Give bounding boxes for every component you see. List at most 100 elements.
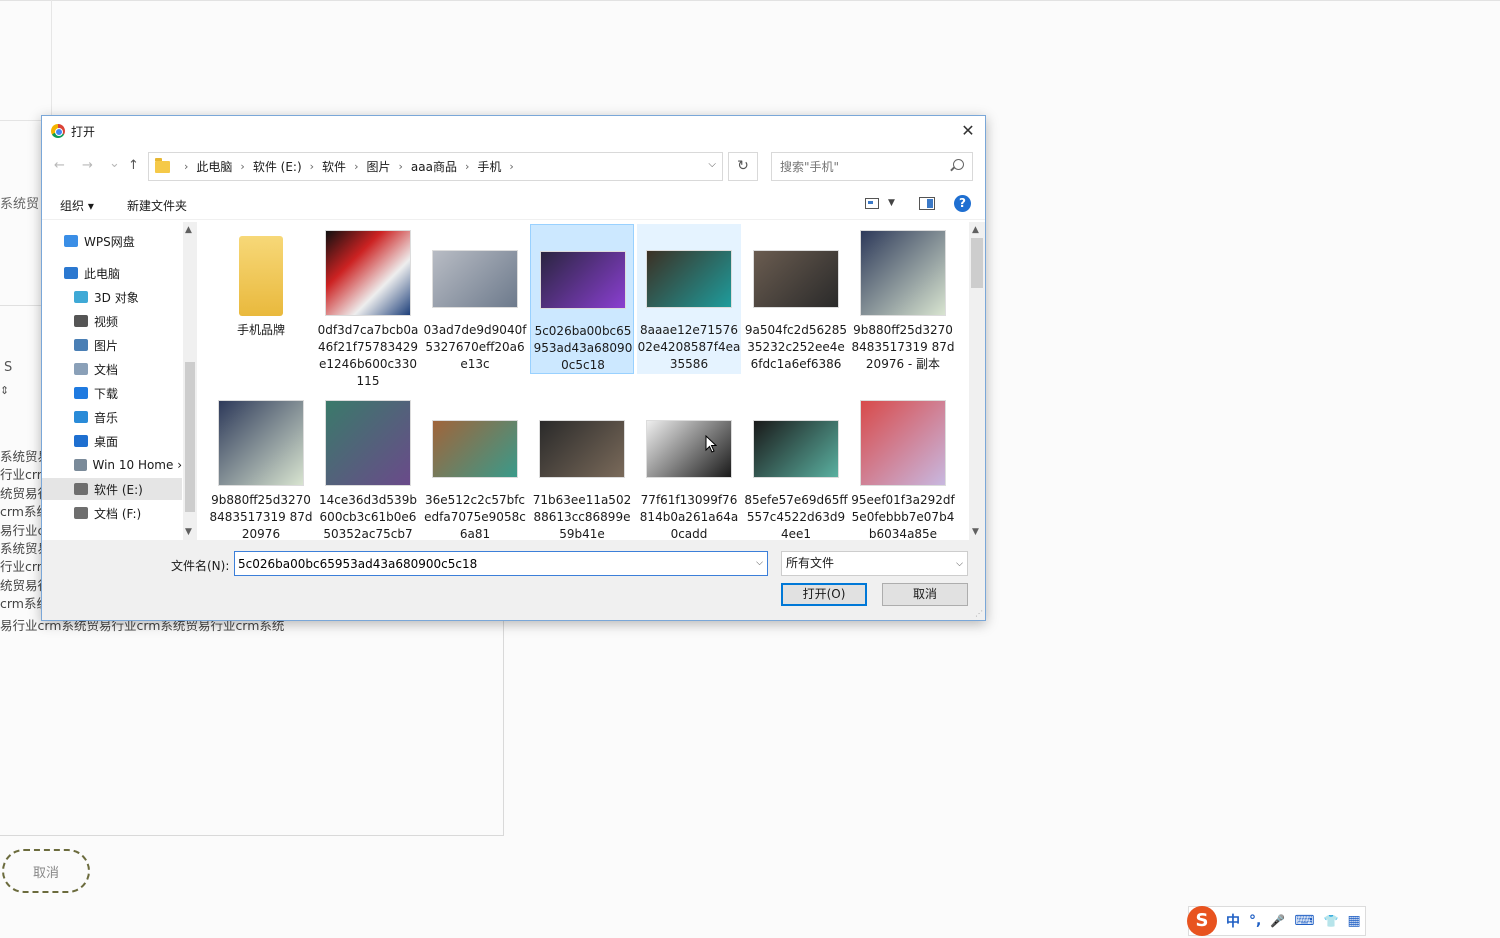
- change-view-icon[interactable]: [865, 198, 879, 209]
- nav-item-label: 视频: [94, 314, 119, 329]
- breadcrumb-separator-icon[interactable]: ›: [240, 160, 244, 173]
- organize-menu[interactable]: 组织 ▾: [60, 197, 94, 214]
- recent-locations-chevron-icon[interactable]: ⌄: [109, 156, 120, 171]
- search-box[interactable]: [771, 152, 973, 181]
- breadcrumb-separator-icon[interactable]: ›: [509, 160, 513, 173]
- input-mode-chinese-icon[interactable]: 中: [1226, 911, 1240, 931]
- scroll-down-arrow-icon[interactable]: ▼: [185, 527, 192, 537]
- folder-item[interactable]: 手机品牌: [209, 224, 313, 374]
- nav-item-label: 此电脑: [84, 266, 121, 281]
- breadcrumb-item[interactable]: 手机: [477, 158, 501, 175]
- help-icon[interactable]: ?: [954, 195, 971, 212]
- nav-item[interactable]: Win 10 Home ›: [42, 454, 182, 476]
- keyboard-icon[interactable]: ⌨: [1294, 913, 1314, 929]
- file-item[interactable]: 77f61f13099f76814b0a261a64a0cadd: [637, 394, 741, 540]
- close-button[interactable]: ✕: [959, 122, 977, 140]
- preview-pane-icon[interactable]: [919, 197, 935, 210]
- breadcrumb-item[interactable]: aaa商品: [411, 158, 457, 175]
- up-arrow-icon[interactable]: ↑: [128, 158, 139, 173]
- dialog-title: 打开: [71, 124, 96, 139]
- pictures-icon: [74, 339, 88, 351]
- scroll-up-arrow-icon[interactable]: ▲: [972, 225, 979, 235]
- filename-combobox[interactable]: ⌵: [234, 551, 768, 576]
- file-name: 36e512c2c57bfcedfa7075e9058c6a81: [424, 493, 526, 540]
- skin-shirt-icon[interactable]: 👕: [1324, 914, 1339, 928]
- file-name: 9b880ff25d32708483517319 87d20976 - 副本: [851, 323, 955, 371]
- new-folder-button[interactable]: 新建文件夹: [127, 197, 187, 214]
- nav-item[interactable]: 文档: [42, 358, 182, 380]
- file-item[interactable]: 95eef01f3a292df5e0febbb7e07b4b6034a85e: [851, 394, 955, 540]
- toolbox-grid-icon[interactable]: ▦: [1347, 913, 1360, 929]
- breadcrumb-item[interactable]: 软件 (E:): [253, 158, 302, 175]
- nav-item-label: 3D 对象: [94, 290, 139, 305]
- drive-icon: [74, 507, 88, 519]
- breadcrumb-item[interactable]: 软件: [322, 158, 346, 175]
- navigation-pane-scrollbar[interactable]: ▲ ▼: [183, 222, 197, 540]
- forward-arrow-icon[interactable]: →: [82, 158, 93, 173]
- folder-icon: [239, 236, 283, 316]
- nav-item[interactable]: 文档 (F:): [42, 502, 182, 524]
- breadcrumb-item[interactable]: 此电脑: [196, 158, 232, 175]
- breadcrumb-separator-icon[interactable]: ›: [354, 160, 358, 173]
- filename-input[interactable]: [235, 552, 735, 575]
- nav-item-label: Win 10 Home ›: [92, 458, 183, 472]
- nav-item[interactable]: 3D 对象: [42, 286, 182, 308]
- chrome-icon: [51, 124, 65, 138]
- file-item[interactable]: 9b880ff25d32708483517319 87d20976 - 副本: [851, 224, 955, 374]
- file-item[interactable]: 85efe57e69d65ff557c4522d63d94ee1: [744, 394, 848, 540]
- sogou-logo-icon[interactable]: S: [1187, 906, 1217, 936]
- chevron-down-icon[interactable]: ⌵: [956, 553, 963, 576]
- open-button[interactable]: 打开(O): [781, 583, 867, 606]
- back-arrow-icon[interactable]: ←: [54, 158, 65, 173]
- file-item[interactable]: 5c026ba00bc65953ad43a680900c5c18: [530, 224, 634, 374]
- address-bar[interactable]: › 此电脑 › 软件 (E:) › 软件 › 图片 › aaa商品 › 手机 › ⌵: [148, 152, 723, 181]
- file-item[interactable]: 8aaae12e7157602e4208587f4ea35586: [637, 224, 741, 374]
- scrollbar-thumb[interactable]: [185, 362, 195, 512]
- breadcrumb-separator-icon[interactable]: ›: [398, 160, 402, 173]
- file-item[interactable]: 9b880ff25d32708483517319 87d20976: [209, 394, 313, 540]
- search-input[interactable]: [780, 159, 940, 174]
- scroll-down-arrow-icon[interactable]: ▼: [972, 527, 979, 537]
- scroll-up-arrow-icon[interactable]: ▲: [185, 225, 192, 235]
- nav-item[interactable]: 此电脑: [42, 262, 182, 284]
- file-item[interactable]: 9a504fc2d5628535232c252ee4e6fdc1a6ef6386: [744, 224, 848, 374]
- file-type-select[interactable]: 所有文件 ⌵: [781, 551, 968, 576]
- nav-item[interactable]: 下载: [42, 382, 182, 404]
- nav-item[interactable]: 桌面: [42, 430, 182, 452]
- refresh-button[interactable]: ↻: [728, 152, 758, 181]
- background-cancel-button[interactable]: 取消: [2, 849, 90, 893]
- breadcrumb-separator-icon[interactable]: ›: [465, 160, 469, 173]
- nav-item[interactable]: WPS网盘: [42, 230, 182, 252]
- resize-grip-icon[interactable]: ⋰: [975, 609, 983, 618]
- cancel-button[interactable]: 取消: [882, 583, 968, 606]
- desktop-icon: [74, 435, 88, 447]
- arrow-icon[interactable]: ⇕: [0, 384, 9, 397]
- microphone-icon[interactable]: 🎤: [1270, 914, 1285, 928]
- nav-item[interactable]: 音乐: [42, 406, 182, 428]
- nav-item-label: 文档: [94, 362, 119, 377]
- file-item[interactable]: 0df3d7ca7bcb0a46f21f75783429e1246b600c33…: [316, 224, 420, 388]
- video-icon: [74, 315, 88, 327]
- file-item[interactable]: 36e512c2c57bfcedfa7075e9058c6a81: [423, 394, 527, 540]
- view-options-chevron-icon[interactable]: ▼: [888, 198, 895, 208]
- image-thumbnail: [753, 250, 839, 308]
- file-item[interactable]: 71b63ee11a50288613cc86899e59b41e: [530, 394, 634, 540]
- scrollbar-thumb[interactable]: [971, 238, 983, 288]
- search-icon[interactable]: [953, 159, 964, 170]
- file-list-scrollbar[interactable]: ▲ ▼: [969, 222, 985, 540]
- nav-item[interactable]: 软件 (E:): [42, 478, 182, 500]
- chevron-down-icon[interactable]: ⌵: [708, 159, 716, 170]
- file-item[interactable]: 03ad7de9d9040f5327670eff20a6e13c: [423, 224, 527, 374]
- nav-item[interactable]: 图片: [42, 334, 182, 356]
- nav-item-label: 图片: [94, 338, 119, 353]
- breadcrumb-separator-icon[interactable]: ›: [184, 160, 188, 173]
- breadcrumb-separator-icon[interactable]: ›: [310, 160, 314, 173]
- file-item[interactable]: 14ce36d3d539b600cb3c61b0e650352ac75cb7: [316, 394, 420, 540]
- image-thumbnail: [860, 230, 946, 316]
- nav-item[interactable]: 视频: [42, 310, 182, 332]
- chevron-down-icon[interactable]: ⌵: [756, 558, 763, 568]
- breadcrumb-item[interactable]: 图片: [366, 158, 390, 175]
- punctuation-icon[interactable]: °,: [1249, 913, 1261, 929]
- strikethrough-icon[interactable]: S: [4, 360, 12, 375]
- navigation-pane: WPS网盘此电脑 3D 对象视频图片文档下载 音乐 桌面 Win 10 Home › 软件…: [42, 222, 197, 540]
